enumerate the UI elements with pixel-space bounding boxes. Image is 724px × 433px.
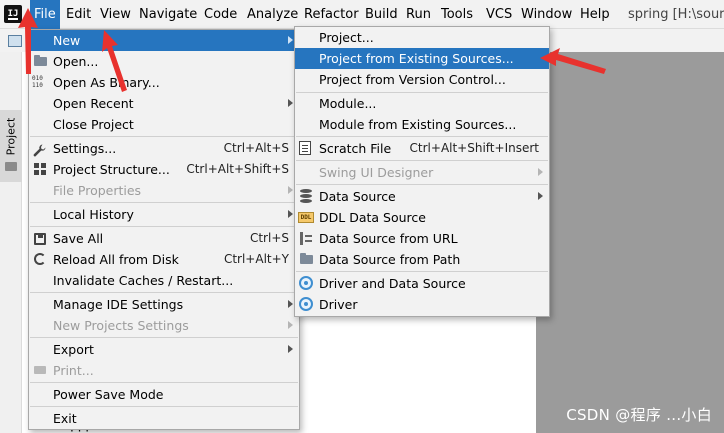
file-menu-exit[interactable]: Exit — [29, 408, 299, 429]
project-structure-icon — [34, 163, 46, 175]
tool-window-stripe: Project — [0, 52, 22, 433]
file-menu-power-save-mode[interactable]: Power Save Mode — [29, 384, 299, 405]
submenu-arrow-icon — [288, 36, 293, 44]
save-icon — [34, 233, 46, 245]
new-menu-module[interactable]: Module... — [295, 93, 549, 114]
driver-icon — [299, 297, 313, 311]
intellij-logo-icon[interactable]: IJ — [4, 5, 22, 23]
menu-refactor[interactable]: Refactor — [300, 0, 363, 29]
menu-analyze[interactable]: Analyze — [243, 0, 302, 29]
file-menu-new[interactable]: New — [29, 30, 299, 51]
file-menu-invalidate-caches[interactable]: Invalidate Caches / Restart... — [29, 270, 299, 291]
menu-separator — [30, 406, 298, 407]
scratch-file-icon — [299, 141, 311, 155]
submenu-arrow-icon — [288, 186, 293, 194]
file-menu-project-structure[interactable]: Project Structure... Ctrl+Alt+Shift+S — [29, 159, 299, 180]
menu-build[interactable]: Build — [361, 0, 402, 29]
ddl-icon: DDL — [298, 212, 314, 223]
submenu-arrow-icon — [538, 192, 543, 200]
new-menu-data-source-from-path[interactable]: Data Source from Path — [295, 249, 549, 270]
driver-icon — [299, 276, 313, 290]
new-menu-data-source-from-url[interactable]: Data Source from URL — [295, 228, 549, 249]
window-title: spring [H:\sourc — [628, 7, 724, 22]
menu-separator — [296, 160, 548, 161]
menu-window[interactable]: Window — [517, 0, 576, 29]
url-icon — [300, 232, 312, 245]
printer-icon — [34, 366, 46, 374]
watermark-text: CSDN @程序 ...小白 — [566, 406, 712, 424]
file-menu-close-project[interactable]: Close Project — [29, 114, 299, 135]
submenu-arrow-icon — [288, 345, 293, 353]
menu-code[interactable]: Code — [200, 0, 241, 29]
new-menu-swing-ui-designer[interactable]: Swing UI Designer — [295, 162, 549, 183]
new-submenu: Project... Project from Existing Sources… — [294, 26, 550, 317]
new-menu-ddl-data-source[interactable]: DDL DDL Data Source — [295, 207, 549, 228]
file-menu-open-recent[interactable]: Open Recent — [29, 93, 299, 114]
menu-run[interactable]: Run — [402, 0, 435, 29]
binary-icon: 010 110 — [32, 75, 43, 89]
folder-icon — [5, 162, 17, 171]
file-menu-manage-ide-settings[interactable]: Manage IDE Settings — [29, 294, 299, 315]
file-menu-save-all[interactable]: Save All Ctrl+S — [29, 228, 299, 249]
new-menu-data-source[interactable]: Data Source — [295, 186, 549, 207]
menu-separator — [30, 292, 298, 293]
new-menu-project[interactable]: Project... — [295, 27, 549, 48]
file-menu-reload-all[interactable]: Reload All from Disk Ctrl+Alt+Y — [29, 249, 299, 270]
menu-separator — [296, 271, 548, 272]
menu-separator — [30, 382, 298, 383]
menu-vcs[interactable]: VCS — [482, 0, 516, 29]
submenu-arrow-icon — [288, 210, 293, 218]
menu-separator — [30, 136, 298, 137]
file-menu-local-history[interactable]: Local History — [29, 204, 299, 225]
file-menu-print[interactable]: Print... — [29, 360, 299, 381]
editor-area — [536, 52, 724, 433]
menu-edit[interactable]: Edit — [62, 0, 95, 29]
file-menu: New Open... 010 110 Open As Binary... Op… — [28, 29, 300, 430]
file-menu-settings[interactable]: Settings... Ctrl+Alt+S — [29, 138, 299, 159]
open-folder-icon — [34, 55, 47, 66]
file-menu-file-properties[interactable]: File Properties — [29, 180, 299, 201]
submenu-arrow-icon — [288, 321, 293, 329]
file-menu-open[interactable]: Open... — [29, 51, 299, 72]
menu-separator — [30, 337, 298, 338]
menu-navigate[interactable]: Navigate — [135, 0, 201, 29]
menu-separator — [296, 136, 548, 137]
menu-separator — [30, 202, 298, 203]
file-menu-export[interactable]: Export — [29, 339, 299, 360]
submenu-arrow-icon — [288, 99, 293, 107]
reload-icon — [34, 253, 46, 265]
wrench-icon — [33, 142, 46, 157]
project-view-icon[interactable] — [8, 35, 22, 47]
menu-help[interactable]: Help — [576, 0, 614, 29]
project-tool-tab-label: Project — [4, 117, 18, 156]
new-menu-driver[interactable]: Driver — [295, 294, 549, 315]
menu-view[interactable]: View — [96, 0, 135, 29]
menu-tools[interactable]: Tools — [437, 0, 477, 29]
file-menu-open-as-binary[interactable]: 010 110 Open As Binary... — [29, 72, 299, 93]
submenu-arrow-icon — [538, 168, 543, 176]
menu-file[interactable]: File — [30, 0, 60, 29]
new-menu-project-from-existing-sources[interactable]: Project from Existing Sources... — [295, 48, 549, 69]
new-menu-module-from-existing-sources[interactable]: Module from Existing Sources... — [295, 114, 549, 135]
menu-separator — [296, 184, 548, 185]
database-icon — [300, 189, 312, 203]
file-menu-new-projects-settings[interactable]: New Projects Settings — [29, 315, 299, 336]
menu-bar: IJ File Edit View Navigate Code Analyze … — [0, 0, 724, 29]
new-menu-project-from-vcs[interactable]: Project from Version Control... — [295, 69, 549, 90]
new-menu-scratch-file[interactable]: Scratch File Ctrl+Alt+Shift+Insert — [295, 138, 549, 159]
menu-separator — [30, 226, 298, 227]
folder-icon — [300, 253, 313, 264]
new-menu-driver-and-data-source[interactable]: Driver and Data Source — [295, 273, 549, 294]
submenu-arrow-icon — [288, 300, 293, 308]
